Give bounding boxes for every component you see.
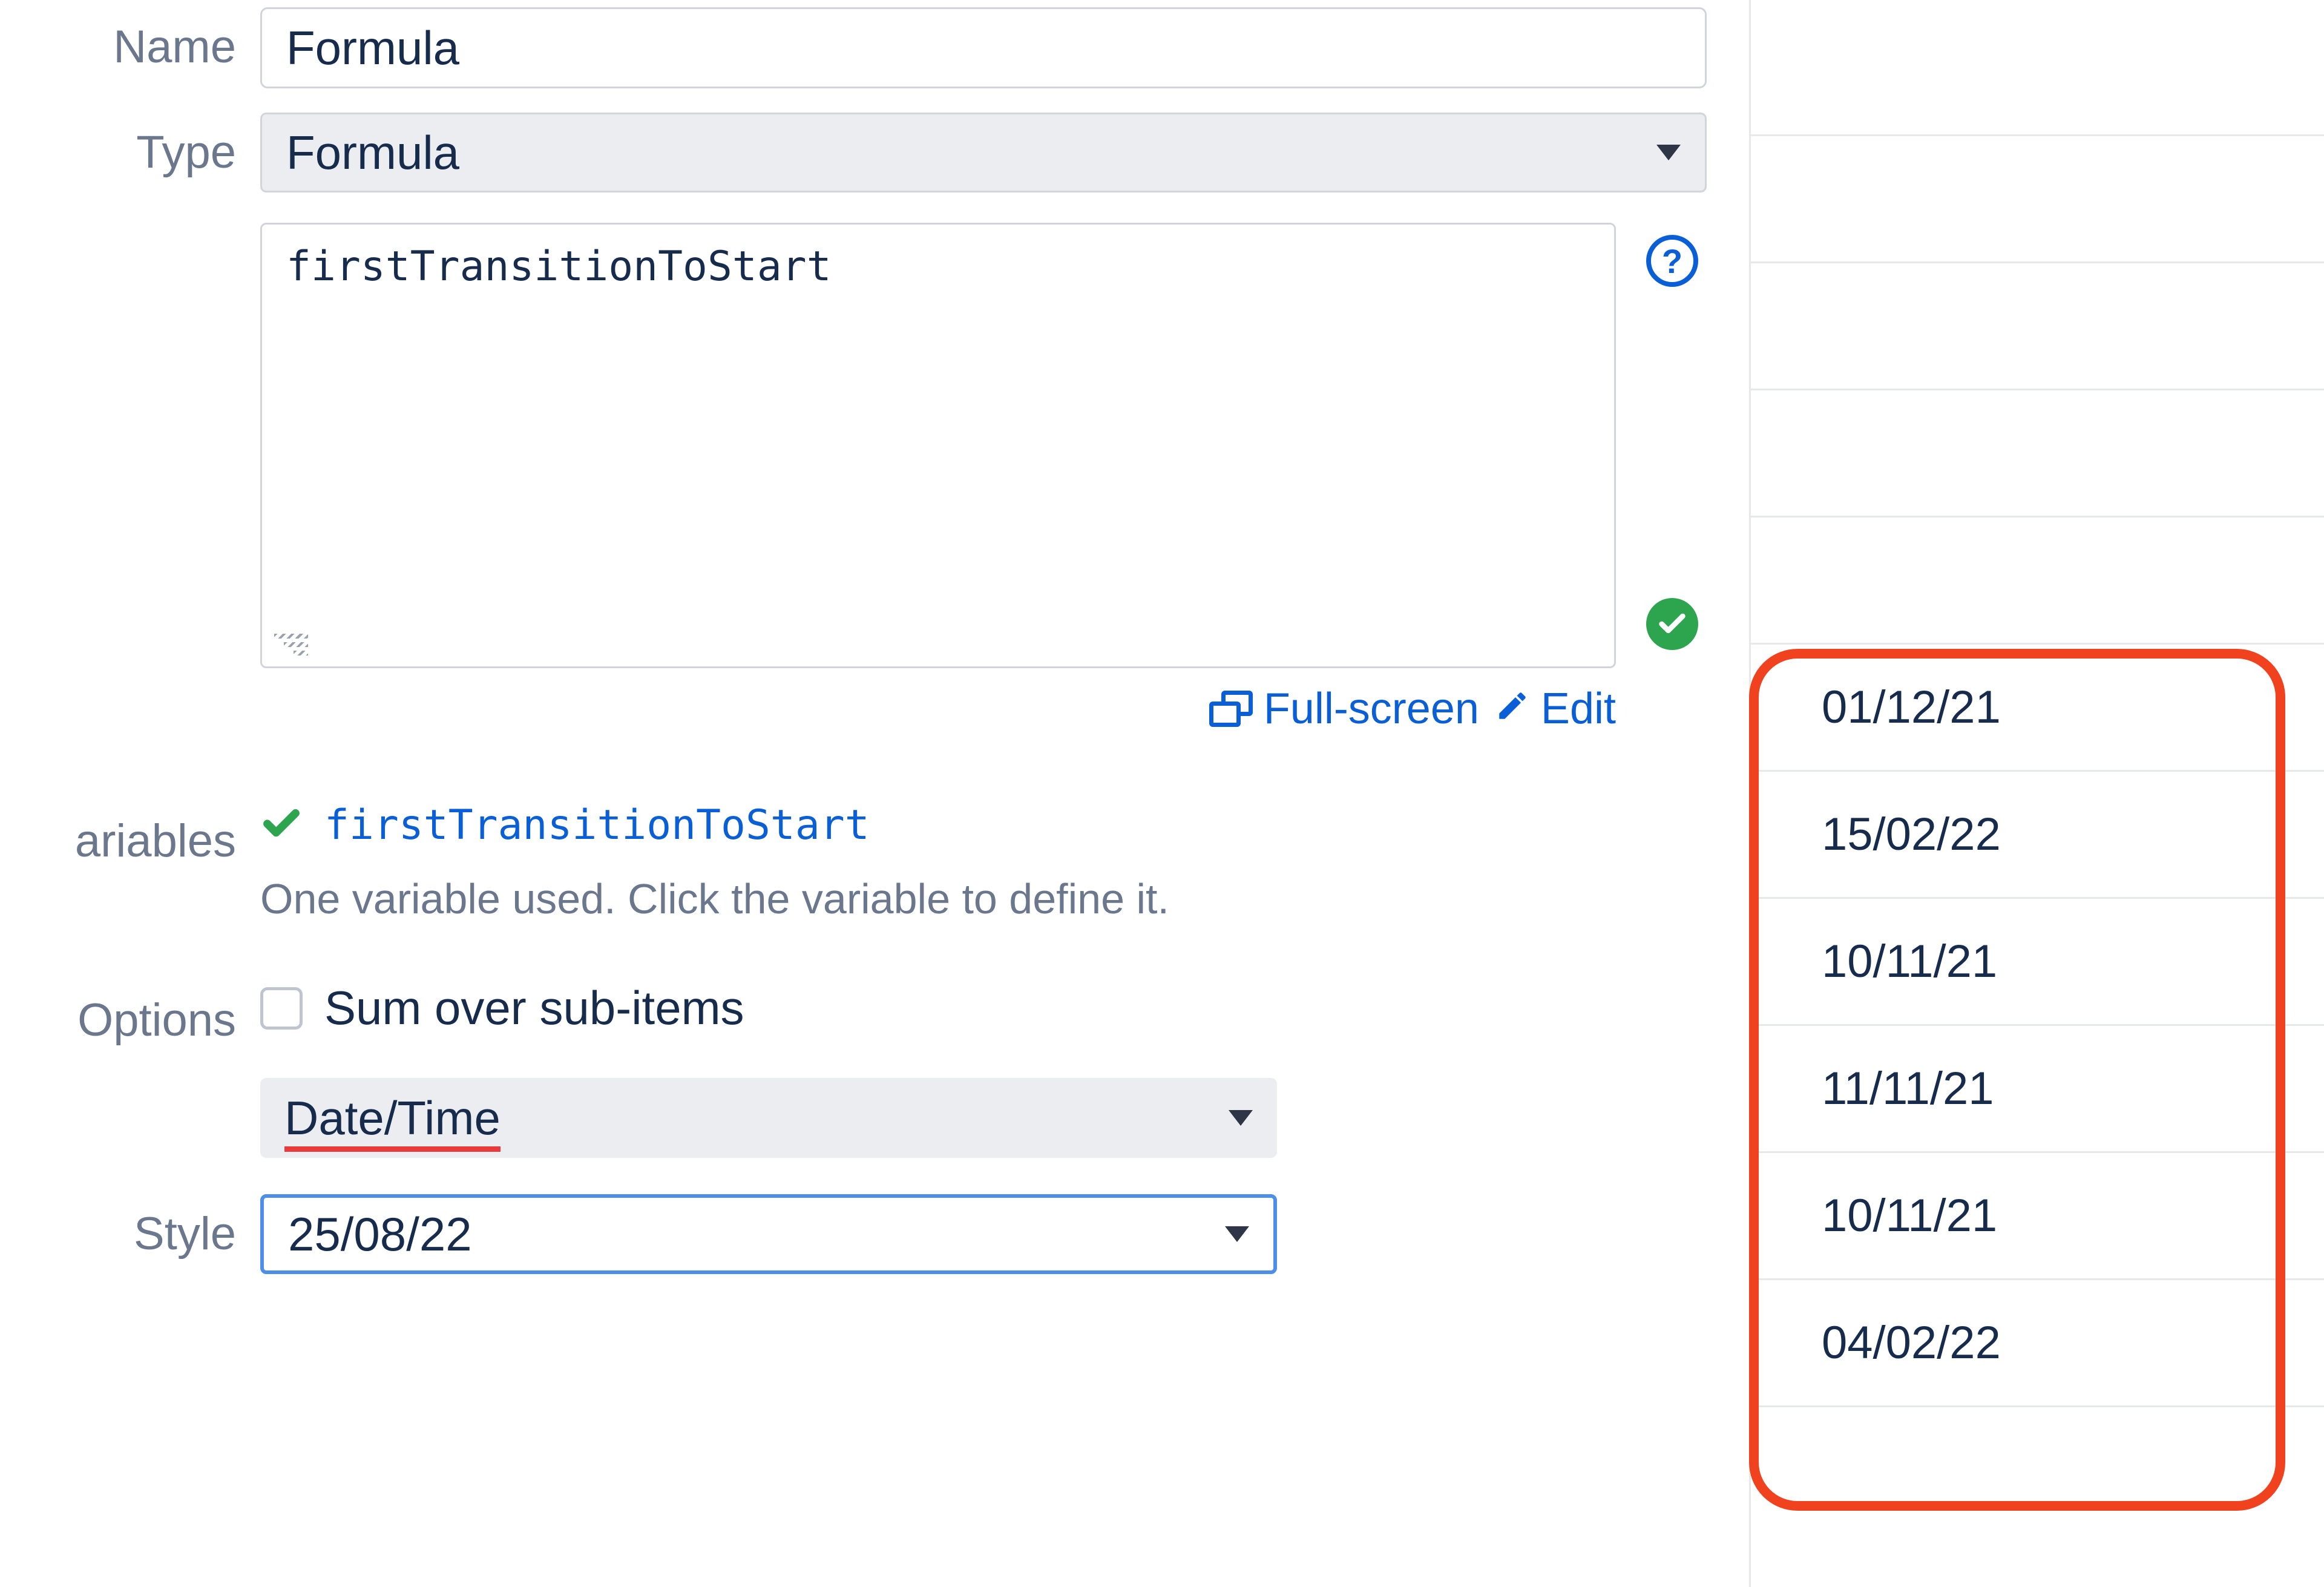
fullscreen-link[interactable]: Full-screen (1209, 684, 1479, 734)
date-cell: 10/11/21 (1749, 1153, 2324, 1280)
fullscreen-label: Full-screen (1264, 684, 1479, 734)
name-value: Formula (286, 21, 459, 76)
sum-checkbox[interactable] (260, 987, 303, 1030)
name-input[interactable]: Formula (260, 7, 1707, 88)
formula-textarea[interactable]: firstTransitionToStart (260, 223, 1616, 668)
chevron-down-icon (1656, 145, 1681, 160)
name-label: Name (0, 7, 260, 86)
datetime-dropdown[interactable]: Date/Time (260, 1078, 1277, 1158)
chevron-down-icon (1229, 1110, 1253, 1126)
style-value: 25/08/22 (288, 1207, 472, 1262)
style-label: Style (0, 1194, 260, 1273)
edit-label: Edit (1541, 684, 1616, 734)
sum-label: Sum over sub-items (324, 981, 744, 1036)
form-panel: Name Formula Type Formula firstTransitio… (0, 0, 1719, 1274)
type-dropdown[interactable]: Formula (260, 113, 1707, 192)
style-dropdown[interactable]: 25/08/22 (260, 1194, 1277, 1274)
date-cell: 15/02/22 (1749, 772, 2324, 899)
valid-check-icon (1646, 598, 1698, 650)
date-cell: 04/02/22 (1749, 1280, 2324, 1407)
formula-text: firstTransitionToStart (286, 243, 832, 291)
options-label: Options (0, 981, 260, 1059)
datetime-value: Date/Time (284, 1091, 501, 1145)
type-value: Formula (286, 125, 459, 180)
formula-link-bar: Full-screen Edit (260, 668, 1616, 734)
fullscreen-icon (1209, 691, 1253, 727)
variables-label: ariables (0, 801, 260, 880)
check-icon (260, 803, 303, 848)
help-icon[interactable]: ? (1646, 235, 1698, 287)
type-label: Type (0, 113, 260, 191)
resize-grip-icon[interactable] (274, 619, 310, 656)
red-underline-annotation (284, 1146, 501, 1152)
edit-link[interactable]: Edit (1495, 684, 1616, 734)
date-cell: 10/11/21 (1749, 899, 2324, 1026)
pencil-icon (1495, 684, 1530, 734)
chevron-down-icon (1225, 1226, 1249, 1242)
variables-hint: One variable used. Click the variable to… (260, 875, 1719, 923)
date-cell: 11/11/21 (1749, 1026, 2324, 1153)
date-cell: 01/12/21 (1749, 645, 2324, 772)
variable-link[interactable]: firstTransitionToStart (324, 801, 870, 849)
results-column: 01/12/21 15/02/22 10/11/21 11/11/21 10/1… (1749, 0, 2324, 1407)
